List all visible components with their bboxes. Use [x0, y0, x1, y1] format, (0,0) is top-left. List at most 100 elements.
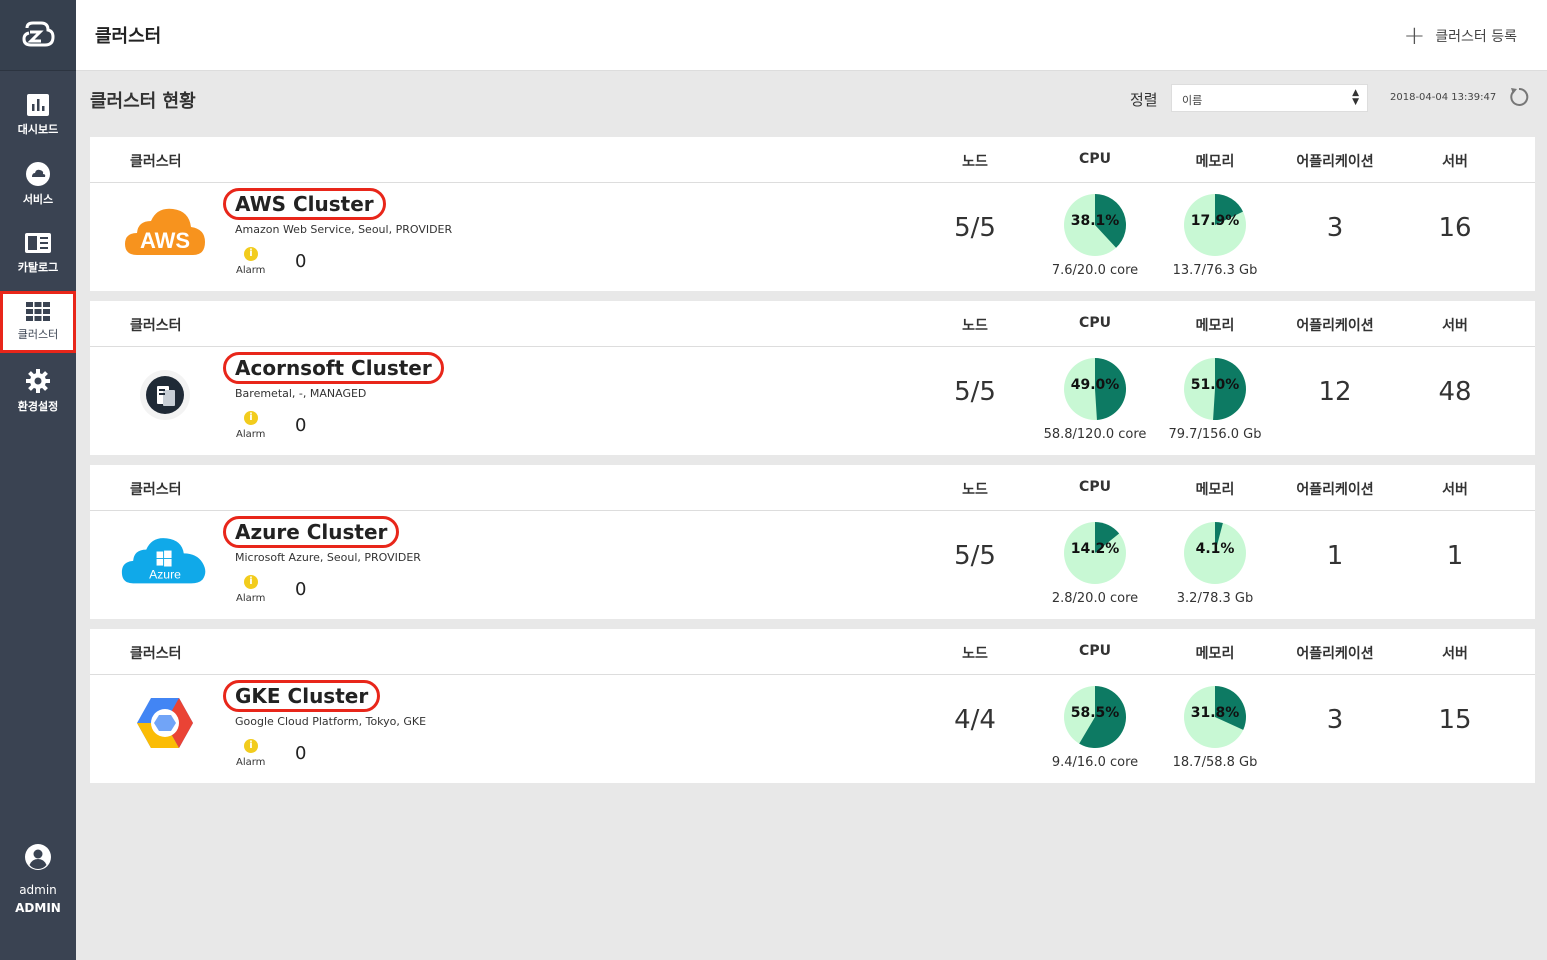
info-icon: i — [244, 411, 258, 425]
col-header-server: 서버 — [1442, 646, 1468, 662]
node-count: 5/5 — [954, 377, 996, 407]
cpu-detail: 9.4/16.0 core — [1051, 755, 1139, 770]
cluster-name[interactable]: Azure Cluster — [223, 516, 400, 548]
col-header-application: 어플리케이션 — [1296, 318, 1374, 334]
page-title: 클러스터 — [95, 26, 162, 47]
col-header-cpu: CPU — [1079, 479, 1111, 495]
cpu-detail: 2.8/20.0 core — [1051, 591, 1139, 606]
card-header: 클러스터 노드 CPU 메모리 어플리케이션 서버 — [90, 465, 1535, 511]
card-body: AWS AWS Cluster Amazon Web Service, Seou… — [90, 183, 1535, 291]
refresh-icon — [1510, 87, 1529, 106]
cluster-card[interactable]: 클러스터 노드 CPU 메모리 어플리케이션 서버 Acornsoft Clus… — [90, 301, 1535, 455]
cluster-description: Google Cloud Platform, Tokyo, GKE — [235, 715, 427, 728]
cluster-name[interactable]: Acornsoft Cluster — [223, 352, 444, 384]
node-count: 5/5 — [954, 541, 996, 571]
last-updated-timestamp: 2018-04-04 13:39:47 — [1390, 92, 1497, 103]
cpu-percent: 14.2% — [1070, 541, 1120, 557]
sort-label: 정렬 — [1130, 91, 1158, 109]
sidebar-item-service[interactable]: 서비스 — [0, 153, 76, 215]
cluster-card[interactable]: 클러스터 노드 CPU 메모리 어플리케이션 서버 Azure Azure Cl… — [90, 465, 1535, 619]
user-avatar-icon — [25, 844, 51, 870]
cpu-percent: 49.0% — [1070, 377, 1120, 393]
provider-logo: AWS — [120, 199, 210, 263]
cluster-description: Baremetal, -, MANAGED — [235, 387, 367, 400]
sort-select[interactable]: 이름 ▲ ▼ — [1171, 84, 1368, 112]
card-body: Azure Azure Cluster Microsoft Azure, Seo… — [90, 511, 1535, 619]
select-arrows-icon: ▲ ▼ — [1352, 88, 1359, 107]
memory-percent: 17.9% — [1190, 213, 1240, 229]
col-header-node: 노드 — [962, 154, 988, 170]
cluster-description: Microsoft Azure, Seoul, PROVIDER — [235, 551, 421, 564]
baremetal-server-icon — [140, 370, 190, 420]
provider-logo — [120, 363, 210, 427]
memory-percent: 51.0% — [1190, 377, 1240, 393]
sidebar: 대시보드 서비스 카탈로그 클러스터 환경설정 admin ADMIN — [0, 0, 76, 960]
sidebar-item-dashboard[interactable]: 대시보드 — [0, 84, 76, 146]
user-menu[interactable]: admin ADMIN — [0, 843, 76, 915]
col-header-cpu: CPU — [1079, 643, 1111, 659]
add-cluster-button[interactable]: + 클러스터 등록 — [1403, 21, 1517, 51]
card-header: 클러스터 노드 CPU 메모리 어플리케이션 서버 — [90, 629, 1535, 675]
memory-detail: 13.7/76.3 Gb — [1172, 263, 1258, 278]
server-count: 48 — [1438, 377, 1472, 407]
cluster-description: Amazon Web Service, Seoul, PROVIDER — [235, 223, 453, 236]
col-header-memory: 메모리 — [1195, 482, 1235, 498]
col-header-application: 어플리케이션 — [1296, 646, 1374, 662]
col-header-application: 어플리케이션 — [1296, 154, 1374, 170]
azure-logo-text: Azure — [149, 568, 181, 582]
cloud-icon — [26, 162, 50, 186]
col-header-cluster: 클러스터 — [130, 646, 182, 662]
gear-icon — [26, 369, 50, 393]
memory-percent: 4.1% — [1195, 541, 1235, 557]
memory-detail: 3.2/78.3 Gb — [1176, 591, 1254, 606]
sidebar-item-cluster[interactable]: 클러스터 — [0, 291, 76, 353]
sidebar-item-label: 환경설정 — [17, 400, 59, 413]
application-count: 3 — [1326, 213, 1344, 243]
server-count: 1 — [1446, 541, 1464, 571]
cpu-percent: 58.5% — [1070, 705, 1120, 721]
refresh-button[interactable] — [1508, 86, 1530, 112]
app-logo[interactable] — [0, 0, 76, 71]
sort-select-value: 이름 — [1182, 94, 1203, 107]
sidebar-item-label: 서비스 — [22, 193, 54, 206]
cluster-name[interactable]: GKE Cluster — [223, 680, 381, 712]
sidebar-item-settings[interactable]: 환경설정 — [0, 360, 76, 422]
col-header-application: 어플리케이션 — [1296, 482, 1374, 498]
cloud-logo-icon — [22, 21, 55, 47]
col-header-cluster: 클러스터 — [130, 154, 182, 170]
memory-detail: 79.7/156.0 Gb — [1168, 427, 1262, 442]
card-body: Acornsoft Cluster Baremetal, -, MANAGED … — [90, 347, 1535, 455]
section-title: 클러스터 현황 — [90, 91, 196, 112]
cluster-name[interactable]: AWS Cluster — [223, 188, 386, 220]
col-header-memory: 메모리 — [1195, 318, 1235, 334]
plus-icon: + — [1403, 21, 1426, 51]
col-header-cpu: CPU — [1079, 315, 1111, 331]
cluster-card[interactable]: 클러스터 노드 CPU 메모리 어플리케이션 서버 GKE Cluster Go… — [90, 629, 1535, 783]
col-header-server: 서버 — [1442, 482, 1468, 498]
user-role: ADMIN — [15, 901, 61, 915]
alarm-count: 0 — [295, 251, 307, 272]
card-body: GKE Cluster Google Cloud Platform, Tokyo… — [90, 675, 1535, 783]
add-cluster-label: 클러스터 등록 — [1435, 29, 1517, 45]
catalog-icon — [25, 233, 51, 253]
gke-logo-icon — [137, 698, 193, 748]
sidebar-item-catalog[interactable]: 카탈로그 — [0, 222, 76, 284]
alarm-count: 0 — [295, 743, 307, 764]
alarm-label: Alarm — [236, 265, 266, 276]
provider-logo: Azure — [120, 527, 210, 591]
col-header-node: 노드 — [962, 318, 988, 334]
server-count: 16 — [1438, 213, 1472, 243]
aws-logo-icon: AWS — [125, 208, 205, 255]
col-header-cluster: 클러스터 — [130, 318, 182, 334]
col-header-cpu: CPU — [1079, 151, 1111, 167]
aws-logo-text: AWS — [140, 228, 190, 253]
col-header-node: 노드 — [962, 646, 988, 662]
cluster-card[interactable]: 클러스터 노드 CPU 메모리 어플리케이션 서버 AWS AWS Cluste… — [90, 137, 1535, 291]
sidebar-item-label: 대시보드 — [17, 123, 59, 136]
sidebar-item-label: 카탈로그 — [17, 261, 59, 274]
node-count: 5/5 — [954, 213, 996, 243]
application-count: 3 — [1326, 705, 1344, 735]
provider-logo — [120, 691, 210, 755]
server-count: 15 — [1438, 705, 1472, 735]
card-header: 클러스터 노드 CPU 메모리 어플리케이션 서버 — [90, 301, 1535, 347]
